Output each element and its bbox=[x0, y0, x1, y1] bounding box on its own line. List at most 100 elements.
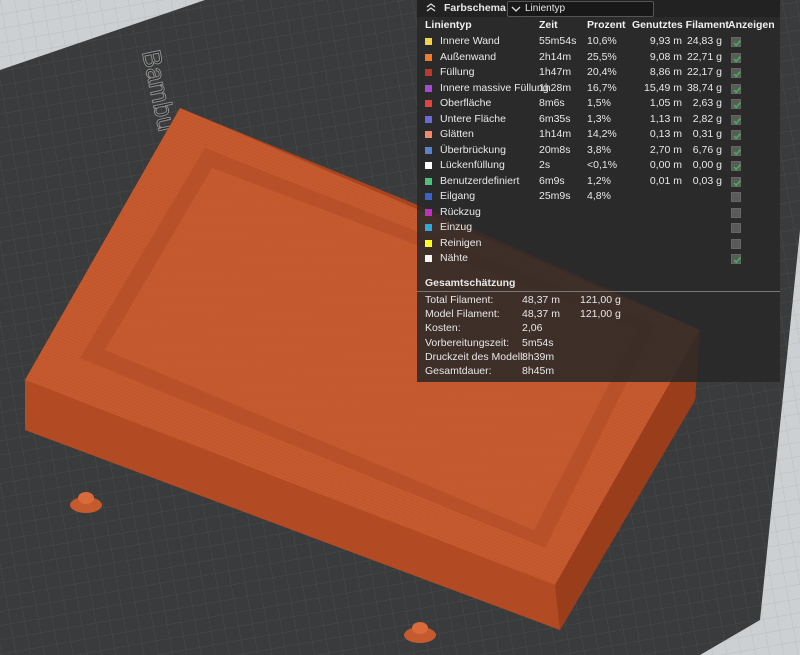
legend-row: Nähte bbox=[417, 251, 780, 266]
show-checkbox[interactable] bbox=[731, 37, 742, 47]
legend-row: Innere Wand 55m54s 10,6% 9,93 m 24,83 g bbox=[417, 34, 780, 49]
linetype-time: 1h14m bbox=[539, 128, 572, 140]
legend-row: Benutzerdefiniert 6m9s 1,2% 0,01 m 0,03 g bbox=[417, 174, 780, 189]
legend-row: Innere massive Füllung 1h28m 16,7% 15,49 m3… bbox=[417, 81, 780, 96]
summary-title: Gesamtschätzung bbox=[425, 277, 516, 289]
linetype-name: Rückzug bbox=[440, 205, 481, 218]
checkmark-icon bbox=[733, 163, 742, 171]
summary-label: Total Filament: bbox=[425, 294, 494, 306]
legend-row: Oberfläche 8m6s 1,5% 1,05 m 2,63 g bbox=[417, 96, 780, 111]
linetype-time: 1h28m bbox=[539, 81, 572, 94]
legend-row: Reinigen bbox=[417, 236, 780, 251]
legend-row: Einzug bbox=[417, 220, 780, 235]
linetype-time: 55m54s bbox=[539, 35, 577, 47]
show-checkbox[interactable] bbox=[731, 130, 742, 140]
summary-divider bbox=[417, 291, 780, 292]
legend-header: Farbschema Linientyp bbox=[417, 0, 780, 17]
show-checkbox[interactable] bbox=[731, 254, 742, 264]
legend-panel: Farbschema Linientyp Linientyp Zeit Proz… bbox=[417, 0, 780, 382]
linetype-percent: 1,2% bbox=[587, 174, 611, 187]
linetype-name: Innere Wand bbox=[440, 35, 500, 47]
legend-row: Eilgang 25m9s 4,8% bbox=[417, 189, 780, 204]
show-checkbox[interactable] bbox=[731, 238, 741, 249]
show-checkbox[interactable] bbox=[731, 99, 742, 109]
color-swatch bbox=[425, 100, 432, 107]
linetype-name: Füllung bbox=[440, 66, 475, 78]
linetype-percent: 3,8% bbox=[587, 143, 611, 156]
summary-row: Druckzeit des Modell: 8h39m bbox=[425, 351, 775, 365]
linetype-time: 2s bbox=[539, 159, 551, 171]
show-checkbox[interactable] bbox=[731, 83, 742, 94]
color-swatch bbox=[425, 162, 432, 169]
chevron-down-icon bbox=[511, 6, 521, 12]
summary-value-weight: 121,00 g bbox=[580, 294, 621, 306]
summary-row: Vorbereitungszeit: 5m54s bbox=[425, 337, 775, 351]
legend-row: Lückenfüllung 2s <0,1% 0,00 m 0,00 g bbox=[417, 158, 780, 173]
linetype-time: 6m9s bbox=[539, 174, 565, 187]
summary-label: Druckzeit des Modell: bbox=[425, 350, 526, 363]
linetype-percent: 14,2% bbox=[587, 128, 617, 140]
show-checkbox[interactable] bbox=[731, 114, 742, 125]
summary-label: Model Filament: bbox=[425, 308, 500, 321]
show-checkbox[interactable] bbox=[731, 223, 741, 233]
filament-weight: 0,00 g bbox=[692, 159, 722, 171]
linetype-time: 2h14m bbox=[539, 50, 572, 63]
color-swatch bbox=[425, 84, 432, 92]
linetype-name: Reinigen bbox=[440, 236, 482, 249]
color-swatch bbox=[425, 53, 432, 61]
show-checkbox[interactable] bbox=[731, 52, 742, 63]
color-swatch bbox=[425, 255, 432, 262]
color-swatch bbox=[425, 69, 432, 76]
show-checkbox[interactable] bbox=[731, 68, 742, 78]
summary-row: Kosten: 2,06 bbox=[425, 322, 775, 336]
color-swatch bbox=[425, 224, 432, 231]
show-checkbox[interactable] bbox=[731, 176, 742, 187]
summary-label: Gesamtdauer: bbox=[425, 365, 492, 377]
filament-weight: 22,71 g bbox=[686, 50, 722, 63]
checkmark-icon bbox=[733, 256, 742, 264]
filament-weight: 2,82 g bbox=[692, 112, 722, 125]
linetype-name: Oberfläche bbox=[440, 97, 492, 109]
summary-value: 2,06 bbox=[522, 322, 543, 335]
linetype-name: Außenwand bbox=[440, 50, 497, 63]
filament-weight: 0,03 g bbox=[692, 174, 722, 187]
legend-row: Überbrückung 20m8s 3,8% 2,70 m 6,76 g bbox=[417, 143, 780, 158]
summary-value: 8h39m bbox=[522, 350, 555, 363]
col-header-filament: Genutztes Filament bbox=[632, 19, 729, 31]
linetype-percent: 10,6% bbox=[587, 35, 617, 47]
linetype-name: Eilgang bbox=[440, 190, 476, 202]
checkmark-icon bbox=[733, 179, 742, 186]
filament-weight: 22,17 g bbox=[686, 66, 722, 78]
linetype-percent: 4,8% bbox=[587, 190, 611, 202]
show-checkbox[interactable] bbox=[731, 192, 741, 202]
linetype-percent: 25,5% bbox=[587, 50, 617, 63]
show-checkbox[interactable] bbox=[731, 145, 742, 156]
color-swatch bbox=[425, 208, 432, 216]
filament-weight: 2,63 g bbox=[692, 97, 722, 109]
linetype-name: Glätten bbox=[440, 128, 474, 140]
show-checkbox[interactable] bbox=[731, 161, 742, 171]
collapse-chevron-icon[interactable] bbox=[426, 3, 436, 13]
summary-value: 8h45m bbox=[522, 365, 555, 377]
linetype-time: 25m9s bbox=[539, 190, 571, 202]
summary-row: Total Filament: 48,37 m 121,00 g bbox=[425, 294, 775, 308]
linetype-name: Benutzerdefiniert bbox=[440, 174, 520, 187]
color-scheme-value: Linientyp bbox=[525, 3, 566, 14]
color-swatch bbox=[425, 239, 432, 247]
color-scheme-select[interactable]: Linientyp bbox=[507, 1, 654, 17]
legend-row: Glätten 1h14m 14,2% 0,13 m 0,31 g bbox=[417, 127, 780, 142]
linetype-name: Nähte bbox=[440, 252, 469, 264]
col-header-show: Anzeigen bbox=[728, 19, 775, 31]
summary-value-weight: 121,00 g bbox=[580, 308, 621, 321]
filament-weight: 0,31 g bbox=[692, 128, 722, 140]
filament-weight: 24,83 g bbox=[686, 35, 722, 47]
show-checkbox[interactable] bbox=[731, 207, 741, 218]
checkmark-icon bbox=[733, 55, 742, 62]
checkmark-icon bbox=[733, 101, 742, 109]
filament-weight: 38,74 g bbox=[686, 81, 722, 94]
summary-value: 48,37 m bbox=[522, 308, 560, 321]
col-header-linetype: Linientyp bbox=[425, 19, 472, 31]
checkmark-icon bbox=[733, 70, 742, 78]
color-swatch bbox=[425, 38, 432, 45]
linetype-percent: 1,3% bbox=[587, 112, 611, 125]
